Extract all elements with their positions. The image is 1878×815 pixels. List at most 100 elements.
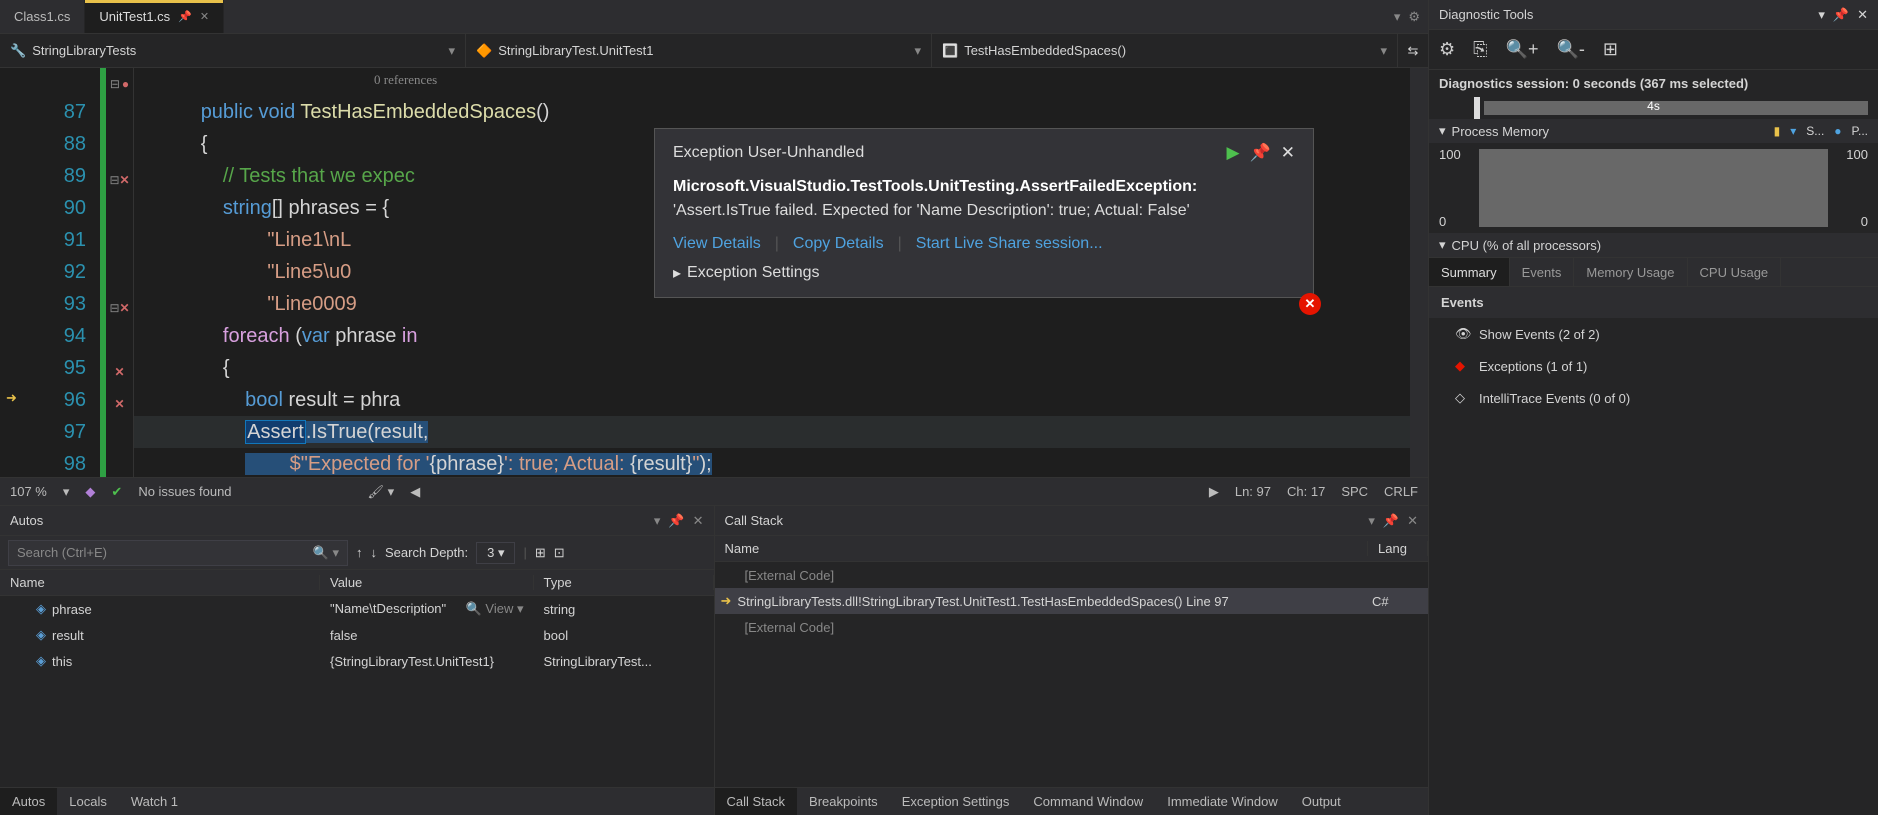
- current-frame-icon: ➜: [721, 593, 732, 609]
- breadcrumb-method[interactable]: 🔳 TestHasEmbeddedSpaces()▾: [932, 34, 1398, 67]
- collapse-icon[interactable]: ▾: [1439, 237, 1446, 253]
- split-icon[interactable]: ⇆: [1398, 43, 1428, 59]
- diag-event-row[interactable]: 👁 Show Events (2 of 2): [1429, 318, 1878, 350]
- variable-icon: ◈: [36, 653, 46, 669]
- view-details-link[interactable]: View Details: [673, 235, 761, 253]
- autos-tab-locals[interactable]: Locals: [57, 788, 119, 815]
- zoom-level[interactable]: 107 %: [10, 484, 47, 499]
- close-popup-icon[interactable]: ✕: [1281, 143, 1295, 163]
- fold-gutter: ⊟● ⊟✕ ⊟✕ ✕ ✕: [106, 68, 134, 477]
- diag-tab-cpu-usage[interactable]: CPU Usage: [1688, 258, 1782, 286]
- intellicode-icon[interactable]: ◆: [85, 484, 95, 500]
- issues-text[interactable]: No issues found: [138, 484, 231, 499]
- autos-tab-watch-1[interactable]: Watch 1: [119, 788, 190, 815]
- col-type[interactable]: Type: [534, 575, 714, 590]
- continue-icon[interactable]: ▶: [1227, 143, 1240, 163]
- col-value[interactable]: Value: [320, 575, 534, 590]
- exception-popup: Exception User-Unhandled ▶ 📌 ✕ Microsoft…: [654, 128, 1314, 298]
- whitespace-mode[interactable]: SPC: [1341, 484, 1368, 499]
- diag-tab-events[interactable]: Events: [1510, 258, 1575, 286]
- depth-select[interactable]: 3 ▾: [476, 542, 515, 564]
- nav-fwd-icon[interactable]: ▶: [1209, 484, 1219, 500]
- copy-details-link[interactable]: Copy Details: [793, 235, 884, 253]
- diag-tab-memory-usage[interactable]: Memory Usage: [1574, 258, 1687, 286]
- autos-tabs: AutosLocalsWatch 1: [0, 787, 714, 815]
- tab-unittest1[interactable]: UnitTest1.cs 📌 ✕: [85, 0, 224, 33]
- panel-close-icon[interactable]: ✕: [693, 513, 704, 529]
- line-number-gutter: 87888990919293949596979899100: [30, 68, 100, 477]
- bottom-tab-immediate-window[interactable]: Immediate Window: [1155, 788, 1290, 815]
- issues-ok-icon: ✔: [111, 484, 122, 500]
- collapse-icon[interactable]: ▾: [1439, 123, 1446, 139]
- references-label[interactable]: 0 references: [374, 72, 437, 88]
- diag-timeline[interactable]: 4s: [1429, 97, 1878, 119]
- tab-settings-icon[interactable]: ⚙: [1408, 9, 1420, 25]
- line-ending-mode[interactable]: CRLF: [1384, 484, 1418, 499]
- panel-pin-icon[interactable]: 📌: [668, 513, 684, 529]
- autos-tab-autos[interactable]: Autos: [0, 788, 57, 815]
- diag-event-row[interactable]: ◆ Exceptions (1 of 1): [1429, 350, 1878, 382]
- events-heading: Events: [1429, 287, 1878, 318]
- pin-icon[interactable]: 📌: [178, 10, 192, 23]
- breadcrumb-namespace[interactable]: 🔧 StringLibraryTests▾: [0, 34, 466, 67]
- variable-icon: ◈: [36, 601, 46, 617]
- gear-icon[interactable]: ⚙: [1439, 39, 1455, 60]
- panel-dropdown-icon[interactable]: ▾: [654, 513, 661, 529]
- zoom-out-icon[interactable]: 🔍-: [1556, 39, 1584, 60]
- panel-close-icon[interactable]: ✕: [1857, 7, 1868, 23]
- file-tabs: Class1.cs UnitTest1.cs 📌 ✕ ▾ ⚙: [0, 0, 1428, 34]
- current-line-arrow-icon: ➜: [6, 390, 17, 406]
- zoom-in-icon[interactable]: 🔍+: [1506, 39, 1539, 60]
- namespace-icon: 🔧: [10, 43, 26, 59]
- bottom-tab-output[interactable]: Output: [1290, 788, 1353, 815]
- bottom-tab-call-stack[interactable]: Call Stack: [715, 788, 798, 815]
- event-icon: ◇: [1455, 390, 1469, 406]
- zoom-dropdown-icon[interactable]: ▾: [63, 484, 70, 500]
- bottom-tab-breakpoints[interactable]: Breakpoints: [797, 788, 890, 815]
- cpu-section-title: CPU (% of all processors): [1452, 238, 1602, 253]
- toolbar-icon-2[interactable]: ⊡: [554, 545, 565, 561]
- callstack-panel: Call Stack ▾ 📌 ✕ Name Lang [External Cod…: [715, 506, 1429, 815]
- cs-col-lang[interactable]: Lang: [1368, 541, 1428, 556]
- col-name[interactable]: Name: [0, 575, 320, 590]
- exception-settings-toggle[interactable]: ▸Exception Settings: [673, 263, 1295, 283]
- panel-dropdown-icon[interactable]: ▾: [1368, 513, 1375, 529]
- search-icon[interactable]: 🔍 ▾: [313, 545, 339, 561]
- select-tools-icon[interactable]: ⎘: [1473, 39, 1487, 60]
- editor-statusbar: 107 % ▾ ◆ ✔ No issues found 🖌 ▾ ◀ ▶ Ln: …: [0, 477, 1428, 505]
- callstack-row[interactable]: [External Code]: [715, 614, 1429, 640]
- autos-search-input[interactable]: Search (Ctrl+E)🔍 ▾: [8, 540, 348, 566]
- callstack-row[interactable]: [External Code]: [715, 562, 1429, 588]
- brush-icon[interactable]: 🖌 ▾: [368, 484, 395, 500]
- bottom-tab-exception-settings[interactable]: Exception Settings: [890, 788, 1022, 815]
- tab-dropdown-icon[interactable]: ▾: [1394, 9, 1401, 25]
- tab-class1[interactable]: Class1.cs: [0, 0, 85, 33]
- pin-popup-icon[interactable]: 📌: [1250, 143, 1271, 163]
- autos-row[interactable]: ◈ this {StringLibraryTest.UnitTest1} Str…: [0, 648, 714, 674]
- search-up-icon[interactable]: ↑: [356, 545, 363, 560]
- reset-view-icon[interactable]: ⊞: [1603, 39, 1618, 60]
- breadcrumb: 🔧 StringLibraryTests▾ 🔶 StringLibraryTes…: [0, 34, 1428, 68]
- toolbar-icon-1[interactable]: ⊞: [535, 545, 546, 561]
- live-share-link[interactable]: Start Live Share session...: [916, 235, 1103, 253]
- editor-scrollbar[interactable]: [1410, 68, 1428, 477]
- memory-chart[interactable]: 1000 1000: [1429, 143, 1878, 233]
- nav-back-icon[interactable]: ◀: [410, 484, 420, 500]
- diag-event-row[interactable]: ◇ IntelliTrace Events (0 of 0): [1429, 382, 1878, 414]
- panel-dropdown-icon[interactable]: ▾: [1818, 7, 1825, 23]
- bottom-tab-command-window[interactable]: Command Window: [1021, 788, 1155, 815]
- search-down-icon[interactable]: ↓: [371, 545, 378, 560]
- code-editor[interactable]: ➜ 87888990919293949596979899100 ⊟● ⊟✕ ⊟✕…: [0, 68, 1428, 477]
- cursor-col: Ch: 17: [1287, 484, 1325, 499]
- callstack-row[interactable]: ➜ StringLibraryTests.dll!StringLibraryTe…: [715, 588, 1429, 614]
- panel-close-icon[interactable]: ✕: [1407, 513, 1418, 529]
- autos-row[interactable]: ◈ phrase "Name\tDescription" 🔍 View ▾ st…: [0, 596, 714, 622]
- autos-row[interactable]: ◈ result false bool: [0, 622, 714, 648]
- panel-pin-icon[interactable]: 📌: [1833, 7, 1849, 23]
- close-icon[interactable]: ✕: [200, 10, 209, 23]
- diag-tab-summary[interactable]: Summary: [1429, 258, 1510, 286]
- exception-type: Microsoft.VisualStudio.TestTools.UnitTes…: [673, 178, 1197, 195]
- cs-col-name[interactable]: Name: [715, 541, 1369, 556]
- breadcrumb-class[interactable]: 🔶 StringLibraryTest.UnitTest1▾: [466, 34, 932, 67]
- panel-pin-icon[interactable]: 📌: [1383, 513, 1399, 529]
